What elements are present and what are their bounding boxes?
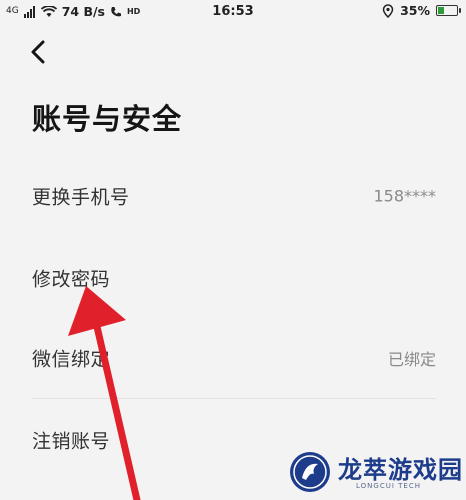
row-label-wechat-binding: 微信绑定 [32,348,111,371]
battery-icon [436,5,461,16]
settings-row-change-phone[interactable]: 更换手机号 158**** [0,166,466,226]
section-divider [32,398,436,399]
row-label-delete-account: 注销账号 [32,430,111,453]
row-label-change-password: 修改密码 [32,268,111,291]
status-bar: 4G 74 B/s HD 16:53 35% [0,0,466,24]
battery-percentage: 35% [400,3,430,18]
status-right-group: 35% [382,3,461,18]
watermark-logo: 龙萃游戏园 LONGCUI TECH [288,446,464,496]
row-value-wechat-status: 已绑定 [387,350,436,369]
location-icon [382,3,394,18]
settings-row-wechat-binding[interactable]: 微信绑定 已绑定 [0,328,466,388]
chevron-left-icon [31,40,45,64]
watermark-badge-icon [290,452,330,492]
watermark-name: 龙萃游戏园 [338,456,463,484]
row-value-phone-number: 158**** [373,186,436,206]
battery-level-fill [438,7,444,14]
back-button[interactable] [26,38,50,66]
watermark-subtitle: LONGCUI TECH [356,482,421,490]
settings-row-change-password[interactable]: 修改密码 [0,248,466,308]
row-label-change-phone: 更换手机号 [32,186,130,209]
page-title: 账号与安全 [32,102,183,136]
